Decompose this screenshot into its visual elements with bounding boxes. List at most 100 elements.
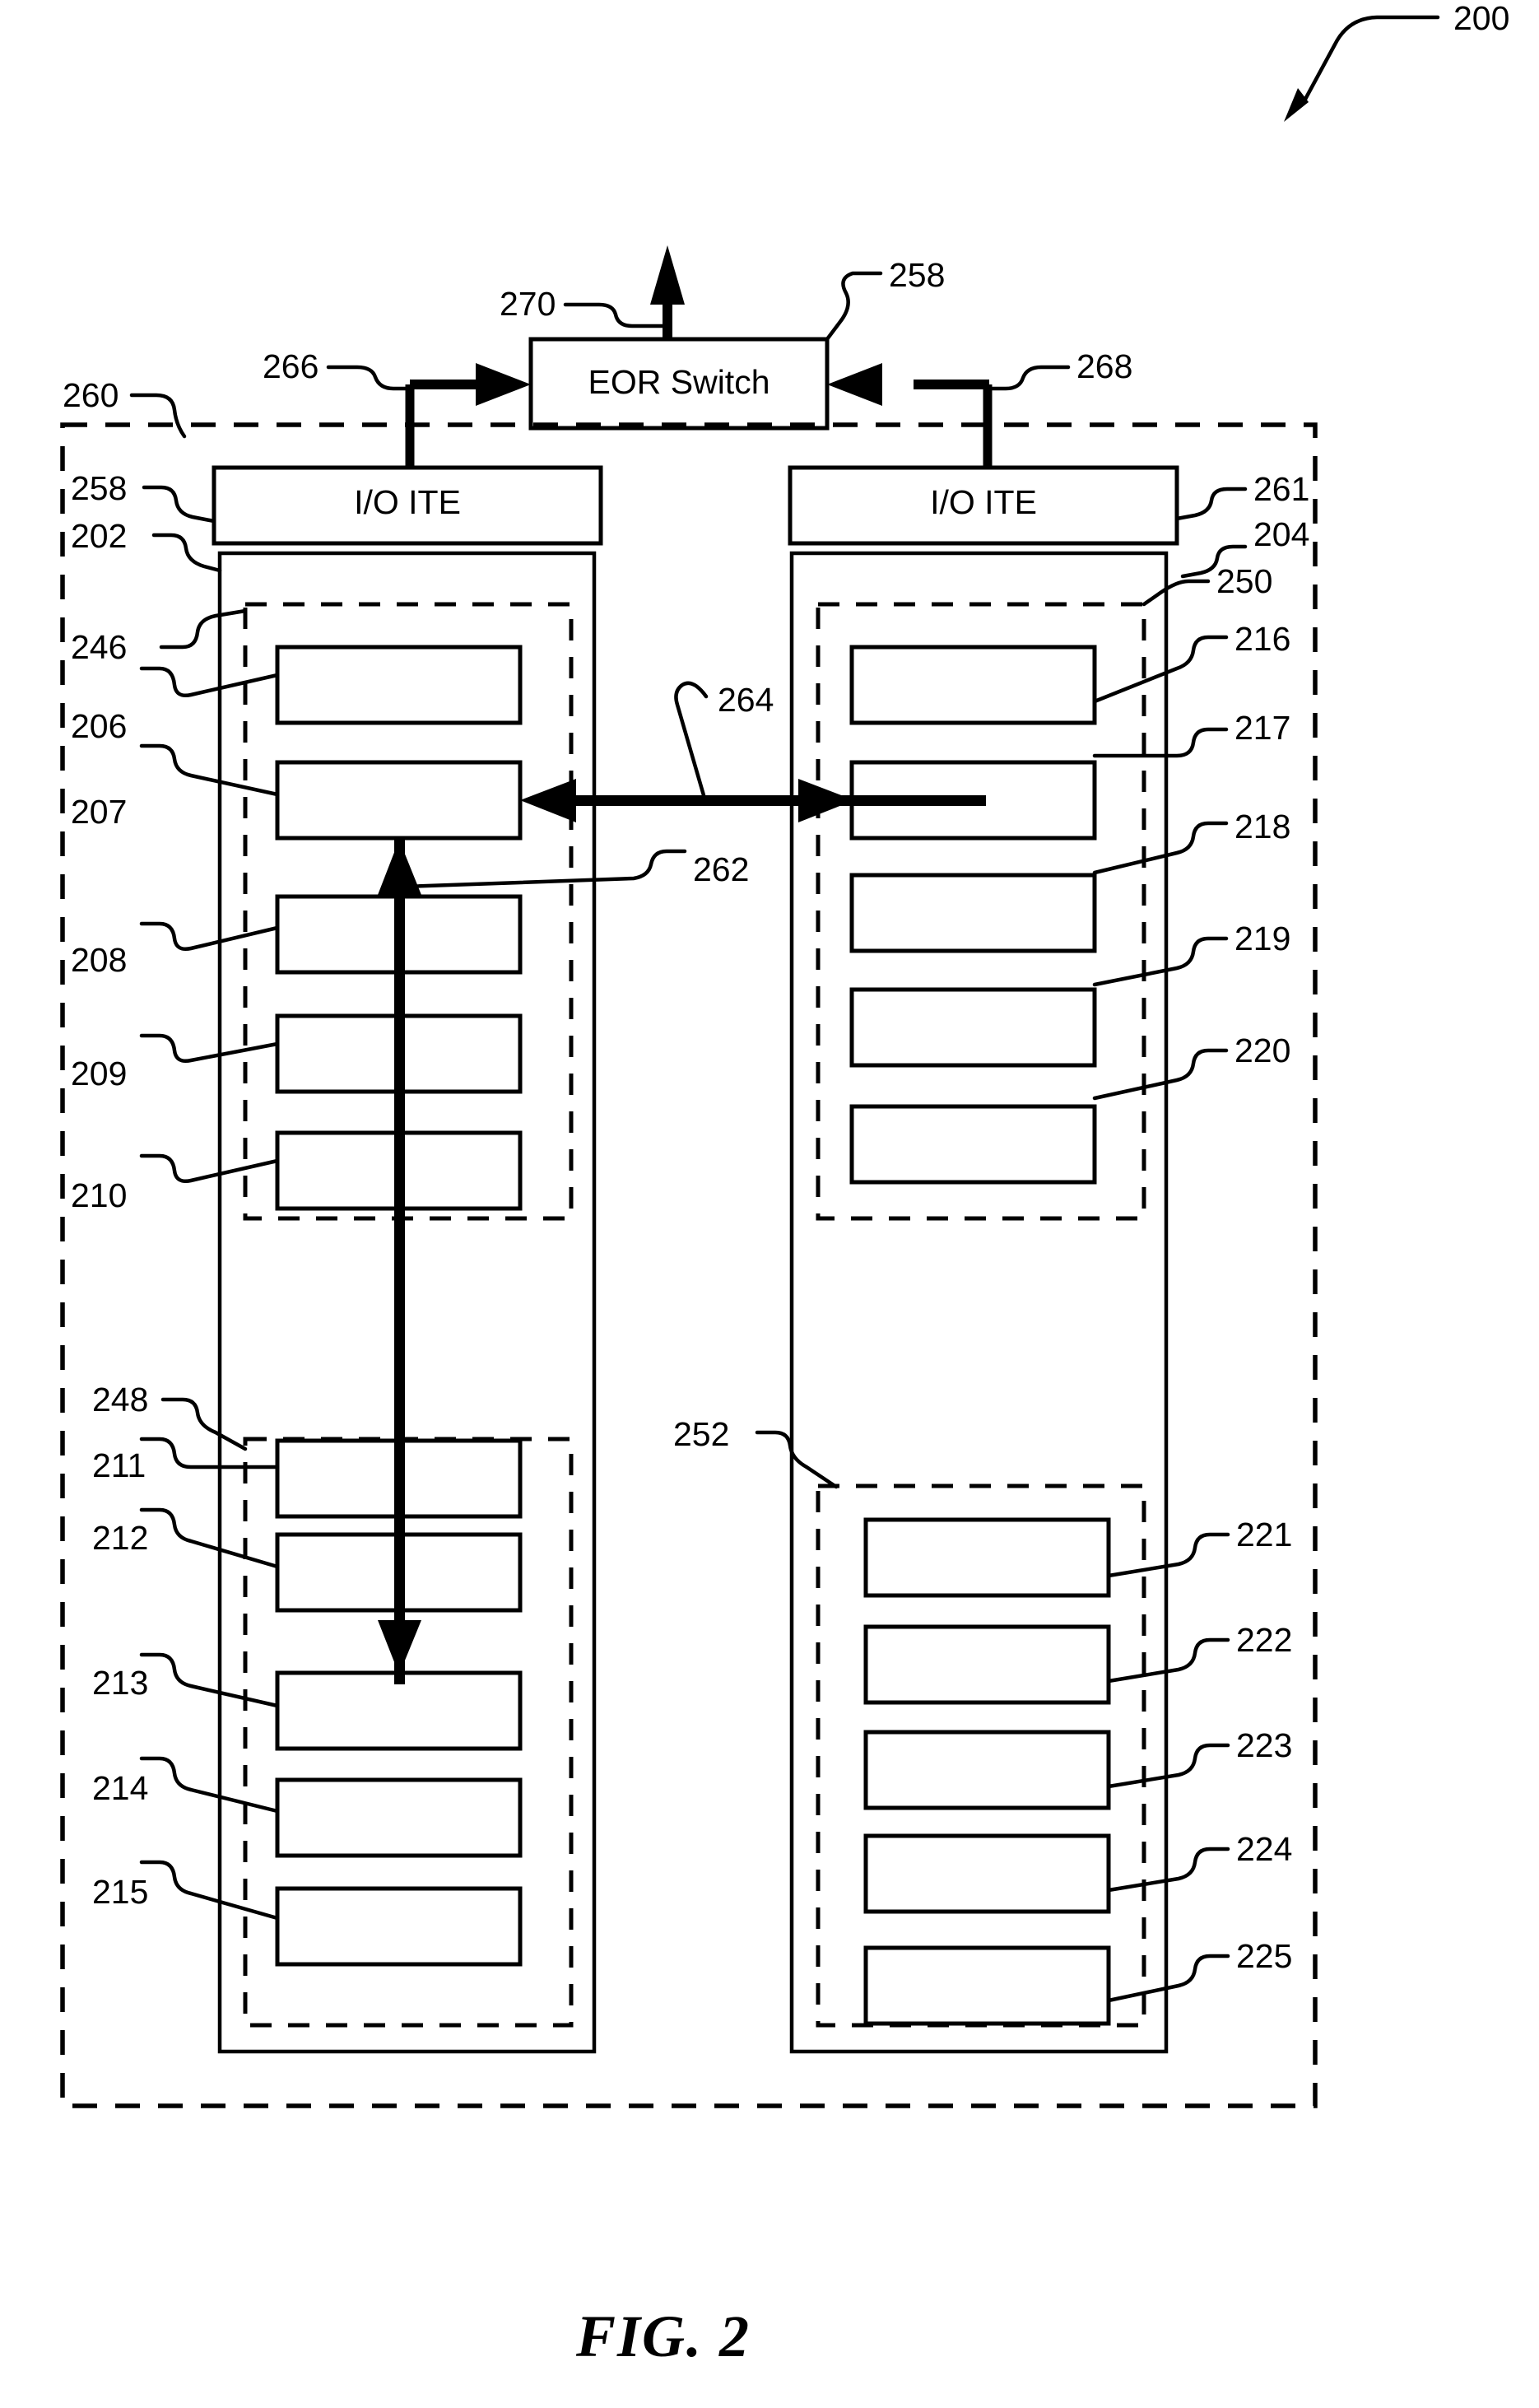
right-group-250-refs: 216 217 218 219 220 bbox=[1092, 620, 1290, 1101]
ref-250: 250 bbox=[1216, 562, 1272, 600]
ref-218-leader bbox=[1092, 821, 1229, 875]
inter-chassis-arrowhead-right bbox=[798, 779, 854, 822]
ref-202-io-ite-left: 202 bbox=[71, 517, 127, 555]
ref-216-leader bbox=[1092, 635, 1229, 704]
ref-213-leader bbox=[139, 1652, 280, 1708]
ref-266-leader bbox=[326, 365, 412, 391]
ref-200: 200 bbox=[1453, 0, 1509, 37]
ref-262-leader bbox=[402, 849, 687, 889]
left-group-248-refs: 211 212 213 214 215 bbox=[92, 1437, 280, 1921]
ref-252-leader bbox=[755, 1430, 839, 1489]
ref-209-leader bbox=[139, 1033, 280, 1063]
ref-222: 222 bbox=[1236, 1621, 1292, 1659]
ref-222-leader bbox=[1106, 1637, 1230, 1684]
ref-248: 248 bbox=[92, 1381, 148, 1418]
ref-248-leader bbox=[160, 1397, 248, 1451]
ite-box-219[interactable] bbox=[849, 987, 1097, 1068]
ref-215: 215 bbox=[92, 1873, 148, 1911]
right-group-252: 252 bbox=[673, 1415, 1146, 2028]
ref-210: 210 bbox=[71, 1176, 127, 1214]
ref-210-leader bbox=[139, 1153, 280, 1183]
ref-217: 217 bbox=[1234, 709, 1290, 747]
ite-box-215[interactable] bbox=[275, 1886, 523, 1967]
ref-217-leader bbox=[1092, 727, 1229, 758]
ref-219: 219 bbox=[1234, 920, 1290, 957]
ref-211-leader bbox=[139, 1437, 280, 1469]
ite-box-207[interactable] bbox=[275, 760, 523, 841]
io-ite-right-label: I/O ITE bbox=[930, 483, 1037, 521]
eor-uplink-arrowhead bbox=[650, 245, 685, 305]
ref-212-leader bbox=[139, 1507, 280, 1569]
eor-switch-ref-callout: 258 bbox=[825, 256, 945, 342]
overall-ref-callout: 200 bbox=[1284, 0, 1509, 122]
ite-box-218[interactable] bbox=[849, 873, 1097, 953]
ite-box-225[interactable] bbox=[863, 1945, 1111, 2026]
inter-chassis-arrowhead-left bbox=[520, 779, 576, 822]
eor-uplink-group: 270 bbox=[500, 245, 685, 342]
right-group-252-items bbox=[863, 1517, 1111, 2026]
ref-207-leader bbox=[139, 743, 280, 797]
ref-261-leader bbox=[1174, 487, 1248, 521]
ref-207: 207 bbox=[71, 793, 127, 831]
ref-212: 212 bbox=[92, 1519, 148, 1557]
ref-246-leader bbox=[159, 608, 248, 650]
left-uplink-horizontal bbox=[410, 380, 486, 389]
ref-262: 262 bbox=[693, 850, 749, 888]
ref-214-leader bbox=[139, 1756, 280, 1814]
ite-box-216[interactable] bbox=[849, 645, 1097, 725]
ref-204-io-ite-right: 204 bbox=[1253, 515, 1309, 553]
ref-216: 216 bbox=[1234, 620, 1290, 658]
ref-261: 261 bbox=[1253, 470, 1309, 508]
ref-260-leader bbox=[129, 393, 187, 439]
ite-box-214[interactable] bbox=[275, 1777, 523, 1858]
ref-208-leader bbox=[139, 921, 280, 951]
ref-202-chassis-leader bbox=[151, 533, 222, 573]
ref-223-leader bbox=[1106, 1743, 1230, 1789]
right-uplink-horizontal bbox=[914, 380, 989, 389]
ite-box-224[interactable] bbox=[863, 1833, 1111, 1914]
ref-258-eor-leader bbox=[825, 271, 883, 342]
ref-250-leader bbox=[1141, 579, 1211, 607]
ref-225: 225 bbox=[1236, 1937, 1292, 1975]
right-group-250-items bbox=[849, 645, 1097, 1185]
ref-224: 224 bbox=[1236, 1830, 1292, 1868]
patent-figure-2: 200 270 EOR Switch 258 266 268 260 I/O I… bbox=[0, 0, 1539, 2408]
ref-206-leader bbox=[139, 666, 280, 697]
rack-dashed-rect bbox=[60, 422, 1318, 2108]
ref-208: 208 bbox=[71, 941, 127, 979]
ite-box-220[interactable] bbox=[849, 1104, 1097, 1185]
ref-220: 220 bbox=[1234, 1032, 1290, 1069]
ref-246: 246 bbox=[71, 628, 127, 666]
ite-box-206[interactable] bbox=[275, 645, 523, 725]
rack-boundary: 260 bbox=[60, 376, 1318, 2108]
io-ite-left-label: I/O ITE bbox=[354, 483, 461, 521]
io-ite-left-refs: 258 202 bbox=[71, 469, 216, 555]
ref-215-leader bbox=[139, 1860, 280, 1921]
ref-268-leader bbox=[985, 365, 1071, 391]
left-group-246-refs: 206 207 208 209 210 bbox=[71, 666, 280, 1214]
ref-264: 264 bbox=[718, 681, 774, 719]
io-ite-right[interactable]: I/O ITE bbox=[788, 465, 1179, 546]
ite-box-222[interactable] bbox=[863, 1624, 1111, 1705]
ref-270-leader bbox=[563, 302, 666, 328]
ref-206: 206 bbox=[71, 707, 127, 745]
ref-270: 270 bbox=[500, 285, 556, 323]
ref-268: 268 bbox=[1076, 347, 1132, 385]
ref-252: 252 bbox=[673, 1415, 729, 1453]
intra-chassis-link-shaft bbox=[394, 838, 405, 1684]
inter-chassis-link-shaft bbox=[553, 795, 986, 806]
eor-switch-label: EOR Switch bbox=[588, 363, 770, 401]
ite-box-221[interactable] bbox=[863, 1517, 1111, 1598]
right-uplink-arrowhead bbox=[827, 363, 882, 406]
ref-266: 266 bbox=[263, 347, 318, 385]
left-uplink-arrowhead bbox=[476, 363, 531, 406]
ref-213: 213 bbox=[92, 1664, 148, 1702]
ref-220-leader bbox=[1092, 1048, 1229, 1101]
ite-box-223[interactable] bbox=[863, 1730, 1111, 1810]
io-ite-left[interactable]: I/O ITE bbox=[212, 465, 603, 546]
intra-chassis-arrowhead-bottom bbox=[378, 1620, 421, 1674]
ref-264-leader bbox=[674, 681, 709, 798]
ref-225-leader bbox=[1106, 1954, 1230, 2003]
eor-switch[interactable]: EOR Switch bbox=[528, 337, 830, 431]
figure-canvas: 200 270 EOR Switch 258 266 268 260 I/O I… bbox=[60, 0, 1509, 2369]
